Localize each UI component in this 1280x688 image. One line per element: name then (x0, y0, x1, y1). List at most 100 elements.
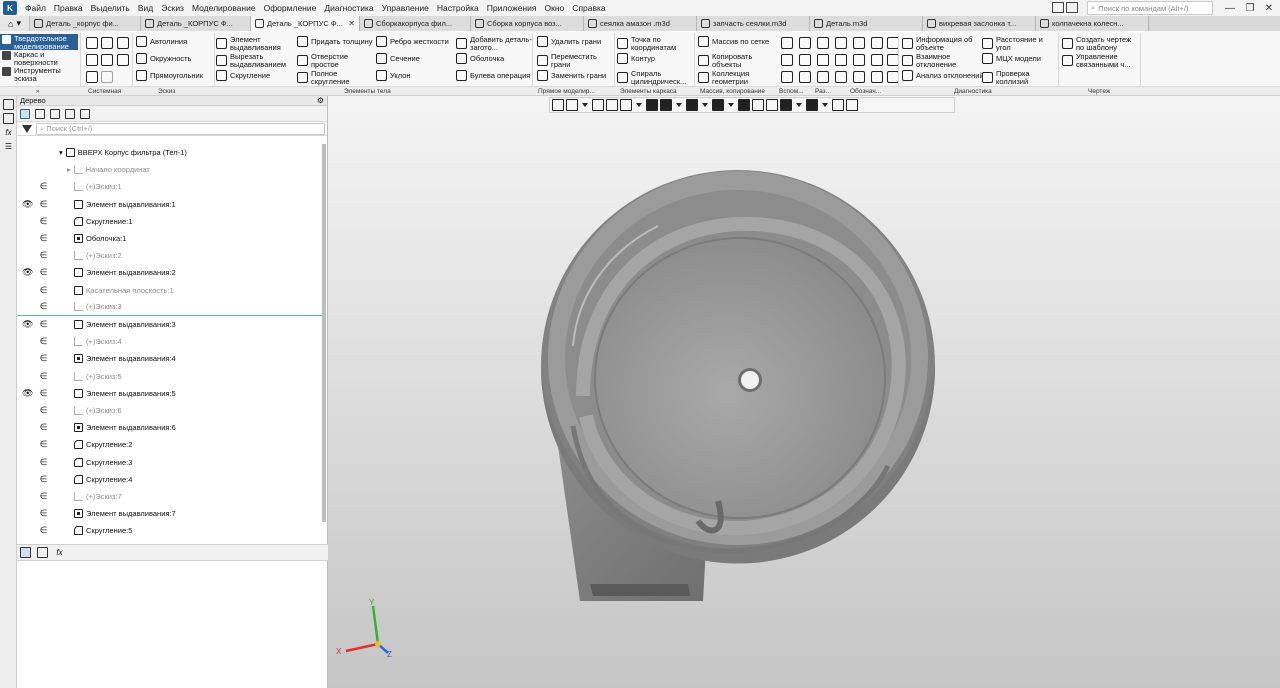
restore-button[interactable]: ❐ (1240, 0, 1260, 16)
tree-row[interactable]: ∈ (+)Эскиз:6 (17, 402, 322, 419)
tree-row[interactable]: 👁 ∈ Элемент выдавливания:2 (17, 264, 322, 281)
home-button[interactable]: ⌂ ▾ (0, 16, 30, 31)
aux-axis-icon[interactable] (853, 54, 865, 66)
tree-row[interactable]: ∈ Скругление:3 (17, 454, 322, 471)
tree-scrollbar-thumb[interactable] (322, 144, 326, 522)
size-linear-icon[interactable] (871, 37, 883, 49)
3d-model[interactable] (328, 96, 1280, 688)
expand-right-icon[interactable]: ▸ (67, 165, 71, 174)
tree-row[interactable]: ∈ (+)Эскиз:3 (17, 299, 322, 316)
tree-row[interactable]: ∈ (+)Эскиз:5 (17, 368, 322, 385)
array-button-2[interactable]: Коллекция геометрии (698, 70, 776, 85)
tree-tab-icon[interactable] (20, 547, 31, 558)
tree-show-parts-icon[interactable] (50, 108, 60, 119)
drawing-button-1[interactable]: Управление связанными ч... (1062, 53, 1140, 68)
tree-search-input[interactable]: ⌕ Поиск (Ctrl+/) (36, 122, 325, 135)
aux-plane-icon[interactable] (853, 37, 865, 49)
chevron-down-icon[interactable] (582, 103, 588, 107)
window-icon[interactable] (1052, 2, 1064, 13)
tree-row[interactable]: ∈ (+)Эскиз:2 (17, 247, 322, 264)
sketch-button-1[interactable]: Окружность (136, 53, 212, 64)
direct-button-1[interactable]: Переместить грани (537, 53, 613, 68)
note-leader-icon[interactable] (817, 54, 829, 66)
save-icon[interactable] (117, 37, 129, 49)
doc-tab[interactable]: Деталь.m3d (810, 16, 923, 31)
tree-row[interactable]: ∈ Скругление:2 (17, 436, 322, 453)
redo-icon[interactable] (101, 71, 113, 83)
tree-row[interactable]: ∈ Элемент выдавливания:7 (17, 505, 322, 522)
include-in-calc-icon[interactable]: ∈ (39, 457, 48, 468)
size-linear-icon[interactable] (799, 37, 811, 49)
doc-tab[interactable]: сеялка амазон .m3d (584, 16, 697, 31)
include-in-calc-icon[interactable]: ∈ (39, 353, 48, 364)
menu-item-0[interactable]: Файл (21, 0, 50, 16)
chevron-down-icon[interactable] (728, 103, 734, 107)
body-c-button-2[interactable]: Уклон (376, 70, 452, 81)
body-c-button-0[interactable]: Ребро жесткости (376, 36, 452, 47)
properties-tab-icon[interactable] (37, 547, 48, 558)
eye-visibility-icon[interactable]: 👁 (22, 319, 33, 330)
tree-sort-icon[interactable] (35, 108, 45, 119)
aux-plane-icon[interactable] (781, 37, 793, 49)
aux-point-icon[interactable] (781, 71, 793, 83)
tree-row[interactable]: ∈ Элемент выдавливания:4 (17, 350, 322, 367)
include-in-calc-icon[interactable]: ∈ (39, 181, 48, 192)
drawing-button-0[interactable]: Создать чертеж по шаблону (1062, 36, 1140, 51)
variables-fx-icon[interactable]: fx (3, 127, 14, 138)
doc-tab[interactable]: Деталь _КОРПУС Ф... (141, 16, 251, 31)
menu-item-5[interactable]: Моделирование (188, 0, 260, 16)
tree-row[interactable]: ∈ Оболочка:1 (17, 230, 322, 247)
tree-scrollbar[interactable] (322, 144, 326, 522)
mode-icon[interactable] (766, 99, 778, 111)
tree-row[interactable]: ∈ (+)Эскиз:7 (17, 488, 322, 505)
open-folder-icon[interactable] (101, 37, 113, 49)
zoom-fit-icon[interactable] (552, 99, 564, 111)
menu-item-2[interactable]: Выделить (87, 0, 134, 16)
size-radial-icon[interactable] (871, 54, 883, 66)
tree-layers-icon[interactable] (80, 108, 90, 119)
doc-tab[interactable]: запчасть сеялки.m3d (697, 16, 810, 31)
include-in-calc-icon[interactable]: ∈ (39, 319, 48, 330)
eye-visibility-icon[interactable]: 👁 (22, 388, 33, 399)
minimize-button[interactable]: — (1220, 0, 1240, 16)
include-in-calc-icon[interactable]: ∈ (39, 422, 48, 433)
note-mark-icon[interactable] (835, 71, 847, 83)
menu-item-4[interactable]: Эскиз (157, 0, 188, 16)
command-search-input[interactable]: ⌕ Поиск по командам (Alt+/) (1087, 1, 1213, 15)
include-in-calc-icon[interactable]: ∈ (39, 267, 48, 278)
diag-a-button-0[interactable]: Информация об объекте (902, 36, 984, 51)
tree-row[interactable]: ∈ Элемент выдавливания:6 (17, 419, 322, 436)
note-pos-icon[interactable] (835, 54, 847, 66)
include-in-calc-icon[interactable]: ∈ (39, 508, 48, 519)
tree-row[interactable]: ∈ (+)Эскиз:1 (17, 178, 322, 195)
diag-b-button-2[interactable]: Проверка коллизий (982, 70, 1058, 85)
body-b-button-0[interactable]: Придать толщину (297, 36, 373, 47)
diag-a-button-1[interactable]: Взаимное отклонение (902, 53, 984, 68)
tree-row[interactable]: ∈ Скругление:4 (17, 471, 322, 488)
size-angle-icon[interactable] (871, 71, 883, 83)
eye-visibility-icon[interactable]: 👁 (22, 267, 33, 278)
doc-tab[interactable]: колпачекна колесн... (1036, 16, 1149, 31)
copy-icon[interactable] (101, 54, 113, 66)
chevron-down-icon[interactable] (636, 103, 642, 107)
tree-row[interactable]: ▸ Начало координат (17, 161, 322, 178)
sketch-button-0[interactable]: Автолиния (136, 36, 212, 47)
include-in-calc-icon[interactable]: ∈ (39, 439, 48, 450)
menu-item-12[interactable]: Справка (568, 0, 609, 16)
include-in-calc-icon[interactable]: ∈ (39, 199, 48, 210)
note-text-icon[interactable] (835, 37, 847, 49)
tree-row[interactable]: ∈ Скругление:5 (17, 522, 322, 539)
tree-dashed-icon[interactable] (65, 108, 75, 119)
array-button-1[interactable]: Копировать объекты (698, 53, 776, 68)
direct-button-0[interactable]: Удалить грани (537, 36, 613, 47)
tree-row[interactable]: ∈ Касательная плоскость:1 (17, 282, 322, 299)
doc-tab[interactable]: Деталь _КОРПУС Ф... ✕ (251, 16, 360, 31)
include-in-calc-icon[interactable]: ∈ (39, 388, 48, 399)
mode-item-2[interactable]: Инструменты эскиза (0, 66, 78, 82)
app-logo[interactable]: K (3, 1, 17, 15)
array-button-0[interactable]: Массив по сетке (698, 36, 776, 47)
size-angle-icon[interactable] (799, 71, 811, 83)
filter-icon[interactable] (806, 99, 818, 111)
cube-view-icon[interactable] (646, 99, 658, 111)
print-icon[interactable] (86, 54, 98, 66)
